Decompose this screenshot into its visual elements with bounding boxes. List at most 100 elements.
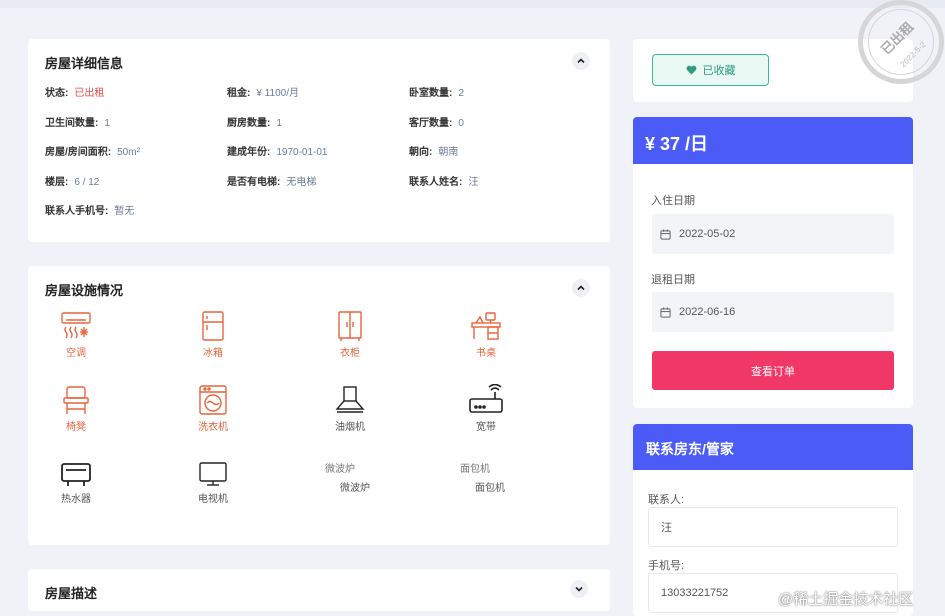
favorite-label: 已收藏 bbox=[702, 65, 736, 77]
detail-item: 租金: ¥ 1100/月 bbox=[227, 84, 299, 99]
chair-icon bbox=[63, 386, 89, 414]
detail-value: 2 bbox=[458, 88, 464, 99]
detail-key: 卫生间数量: bbox=[45, 118, 99, 129]
expand-description-button[interactable] bbox=[570, 580, 588, 598]
detail-key: 联系人手机号: bbox=[45, 206, 109, 217]
detail-value: ¥ 1100/月 bbox=[256, 88, 299, 99]
checkin-date-value: 2022-05-02 bbox=[679, 228, 736, 240]
facility-label: 冰箱 bbox=[203, 348, 223, 359]
detail-item: 厨房数量: 1 bbox=[227, 114, 282, 129]
fridge-icon bbox=[202, 311, 224, 341]
detail-value: 暂无 bbox=[114, 206, 135, 217]
tv-icon bbox=[199, 462, 227, 486]
detail-item: 朝向: 朝南 bbox=[409, 143, 458, 158]
facility-label: 宽带 bbox=[476, 422, 496, 433]
detail-key: 联系人姓名: bbox=[409, 177, 463, 188]
washer-icon bbox=[199, 385, 227, 415]
facility-water-heater: 热水器 bbox=[46, 460, 106, 505]
detail-key: 是否有电梯: bbox=[227, 177, 281, 188]
facility-label: 面包机 bbox=[475, 483, 505, 494]
facility-label: 椅凳 bbox=[66, 422, 86, 433]
calendar-icon bbox=[660, 228, 671, 240]
detail-key: 状态: bbox=[45, 88, 69, 99]
detail-item: 建成年份: 1970-01-01 bbox=[227, 143, 328, 158]
checkout-date-value: 2022-06-16 bbox=[679, 306, 736, 318]
detail-key: 客厅数量: bbox=[409, 118, 453, 129]
contact-header: 联系房东/管家 bbox=[633, 424, 913, 470]
detail-item: 联系人姓名: 汪 bbox=[409, 173, 478, 188]
stamp-inner-ring: 已出租 2022-5-2 bbox=[868, 9, 934, 75]
heart-icon bbox=[686, 65, 696, 75]
facilities-card: 房屋设施情况 空调 冰箱 衣柜 书桌 椅凳 洗衣机 油烟机 宽带 热水器 电视机… bbox=[28, 266, 610, 545]
chevron-up-icon bbox=[577, 285, 585, 291]
top-strip bbox=[0, 0, 945, 8]
facilities-title: 房屋设施情况 bbox=[45, 283, 124, 298]
detail-key: 厨房数量: bbox=[227, 118, 271, 129]
rented-stamp: 已出租 2022-5-2 bbox=[858, 0, 944, 84]
detail-value: 已出租 bbox=[74, 88, 105, 99]
broken-image-icon: 面包机 bbox=[460, 464, 490, 475]
detail-item: 客厅数量: 0 bbox=[409, 114, 464, 129]
checkout-label: 退租日期 bbox=[651, 274, 695, 286]
contact-name-label: 联系人: bbox=[648, 494, 685, 506]
chevron-down-icon bbox=[575, 586, 583, 592]
detail-key: 租金: bbox=[227, 88, 251, 99]
favorite-button[interactable]: 已收藏 bbox=[652, 54, 769, 86]
detail-value: 1 bbox=[104, 118, 110, 129]
detail-key: 楼层: bbox=[45, 177, 69, 188]
detail-value: 汪 bbox=[468, 177, 479, 188]
detail-value: 1970-01-01 bbox=[276, 147, 328, 158]
facility-bread-maker: 面包机 面包机 bbox=[460, 460, 520, 494]
view-order-button[interactable]: 查看订单 bbox=[652, 351, 894, 390]
calendar-icon bbox=[660, 306, 671, 318]
detail-item: 卧室数量: 2 bbox=[409, 84, 464, 99]
checkout-date-field[interactable]: 2022-06-16 bbox=[652, 292, 894, 332]
contact-name-field[interactable]: 汪 bbox=[648, 507, 898, 547]
description-title: 房屋描述 bbox=[45, 586, 98, 601]
detail-key: 房屋/房间面积: bbox=[45, 147, 112, 158]
price-header: ¥ 37 /日 bbox=[633, 117, 913, 164]
water-heater-icon bbox=[61, 463, 91, 486]
detail-key: 卧室数量: bbox=[409, 88, 453, 99]
collapse-detail-button[interactable] bbox=[572, 52, 590, 70]
watermark: @稀土掘金技术社区 bbox=[778, 591, 914, 608]
detail-item: 是否有电梯: 无电梯 bbox=[227, 173, 316, 188]
collapse-facilities-button[interactable] bbox=[572, 279, 590, 297]
facility-label: 微波炉 bbox=[340, 483, 370, 494]
facility-chair: 椅凳 bbox=[46, 384, 106, 433]
detail-value: 0 bbox=[458, 118, 464, 129]
facility-range-hood: 油烟机 bbox=[320, 384, 380, 433]
facility-label: 书桌 bbox=[476, 348, 496, 359]
facility-desk: 书桌 bbox=[456, 310, 516, 359]
chevron-up-icon bbox=[577, 58, 585, 64]
detail-value: 1 bbox=[276, 118, 282, 129]
facility-washer: 洗衣机 bbox=[183, 384, 243, 433]
facility-label: 电视机 bbox=[198, 494, 228, 505]
detail-item: 状态: 已出租 bbox=[45, 84, 104, 99]
detail-key: 建成年份: bbox=[227, 147, 271, 158]
range-hood-icon bbox=[335, 386, 365, 413]
facility-air-conditioner: 空调 bbox=[46, 310, 106, 359]
detail-value: 50m² bbox=[117, 147, 140, 158]
facility-label: 洗衣机 bbox=[198, 422, 228, 433]
checkin-label: 入住日期 bbox=[651, 195, 695, 207]
detail-key: 朝向: bbox=[409, 147, 433, 158]
contact-phone-label: 手机号: bbox=[648, 560, 685, 572]
checkin-date-field[interactable]: 2022-05-02 bbox=[652, 214, 894, 254]
facility-label: 油烟机 bbox=[335, 422, 365, 433]
detail-item: 房屋/房间面积: 50m² bbox=[45, 143, 140, 158]
detail-value: 6 / 12 bbox=[74, 177, 100, 188]
wardrobe-icon bbox=[338, 311, 362, 341]
facility-fridge: 冰箱 bbox=[183, 310, 243, 359]
facility-label: 空调 bbox=[66, 348, 86, 359]
detail-value: 无电梯 bbox=[286, 177, 317, 188]
house-detail-card: 房屋详细信息 状态: 已出租 租金: ¥ 1100/月 卧室数量: 2 卫生间数量: 1 厨房数… bbox=[28, 39, 610, 242]
facility-microwave: 微波炉 微波炉 bbox=[325, 460, 385, 494]
facility-label: 热水器 bbox=[61, 494, 91, 505]
booking-card: ¥ 37 /日 入住日期 2022-05-02 退租日期 2022-06-16 … bbox=[633, 117, 913, 408]
detail-item: 联系人手机号: 暂无 bbox=[45, 202, 134, 217]
air-conditioner-icon bbox=[61, 312, 91, 339]
desk-icon bbox=[471, 312, 501, 340]
facility-tv: 电视机 bbox=[183, 460, 243, 505]
house-detail-title: 房屋详细信息 bbox=[45, 56, 124, 71]
